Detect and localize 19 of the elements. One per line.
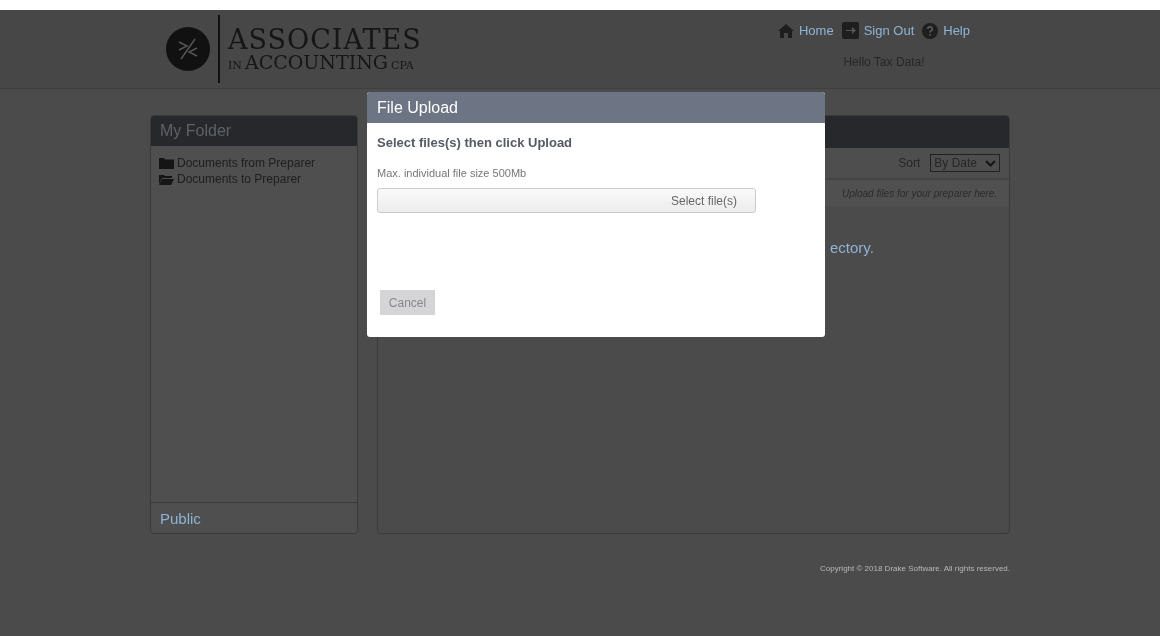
- folder-icon: [159, 157, 174, 169]
- nav-link[interactable]: Help: [922, 22, 970, 39]
- folder-open-icon: [159, 173, 174, 185]
- file-size-note: Max. individual file size 500Mb: [377, 167, 528, 179]
- select-files-button[interactable]: Select file(s): [377, 188, 756, 213]
- cancel-button[interactable]: Cancel: [380, 290, 435, 315]
- home-icon: [777, 23, 794, 38]
- empty-message: ectory.: [830, 239, 874, 256]
- copyright: Copyright © 2018 Drake Software. All rights reserved.: [820, 564, 1010, 575]
- panel-title: My Folder: [151, 116, 357, 146]
- help-icon: [922, 22, 939, 39]
- nav-link[interactable]: Home: [777, 23, 834, 38]
- public-link[interactable]: Public: [151, 502, 357, 533]
- nav-link[interactable]: Sign Out: [841, 22, 915, 39]
- arrow-right-icon: [841, 22, 859, 39]
- dialog-title: File Upload: [367, 92, 825, 123]
- logo-icon: [166, 27, 210, 71]
- chevron-down-icon: [985, 159, 996, 167]
- dialog-heading: Select files(s) then click Upload: [377, 135, 574, 150]
